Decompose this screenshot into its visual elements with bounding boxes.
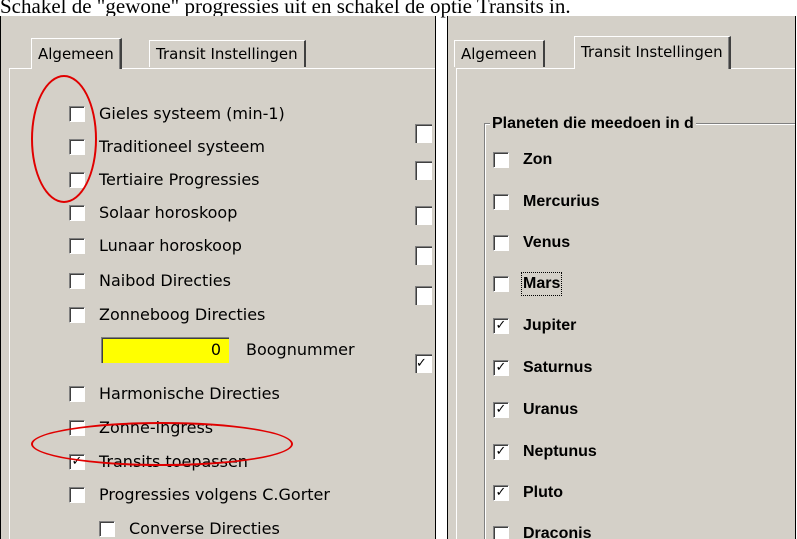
planet-label: Mercurius [523,193,600,210]
checkbox-checked[interactable]: ✓ [493,485,509,501]
checkbox[interactable] [493,194,509,210]
arc-number-input[interactable]: 0 [101,337,229,363]
planet-label: Pluto [523,484,563,501]
tab-transit-settings[interactable]: Transit Instellingen [574,36,731,69]
checkbox[interactable] [493,526,509,539]
planet-label: Mars [520,272,563,296]
checkbox[interactable] [99,521,115,537]
arc-number-label: Boognummer [246,340,355,359]
checkbox[interactable] [493,276,509,292]
planet-label: Jupiter [523,317,577,334]
option-label: Harmonische Directies [99,384,280,403]
option-label: Converse Directies [129,519,280,538]
option-label: Zonneboog Directies [99,305,266,324]
general-settings-panel: Algemeen Transit Instellingen Gieles sys… [0,16,436,539]
checkbox[interactable] [69,273,85,289]
transit-settings-panel: Algemeen Transit Instellingen Planeten d… [447,16,796,539]
option-label: Traditioneel systeem [99,137,265,156]
checkbox-partial-checked[interactable]: ✓ [415,354,432,373]
option-label: Tertiaire Progressies [99,170,260,189]
planets-group-title: Planeten die meedoen in d [490,115,696,133]
checkbox[interactable] [69,238,85,254]
option-label: Progressies volgens C.Gorter [99,485,330,504]
checkbox[interactable] [493,152,509,168]
checkbox-partial[interactable] [415,206,432,225]
option-label: Lunaar horoskoop [99,236,242,255]
option-label: Naibod Directies [99,271,231,290]
planet-label: Uranus [523,401,579,418]
highlight-ellipse-progressions [31,75,97,203]
planet-label: Neptunus [523,443,597,460]
option-label: Solaar horoskoop [99,203,238,222]
checkbox[interactable] [69,386,85,402]
checkbox-checked[interactable]: ✓ [493,444,509,460]
checkbox[interactable] [69,205,85,221]
planet-label: Saturnus [523,359,593,376]
checkbox[interactable] [69,307,85,323]
checkbox[interactable] [69,487,85,503]
checkbox-partial[interactable] [415,286,432,305]
planet-label: Draconis [523,525,592,539]
checkbox-partial[interactable] [415,246,432,265]
tab-general[interactable]: Algemeen [454,40,545,67]
option-label: Gieles systeem (min-1) [99,104,285,123]
checkbox-checked[interactable]: ✓ [493,318,509,334]
tab-general[interactable]: Algemeen [31,38,122,69]
tab-transit-settings[interactable]: Transit Instellingen [149,40,306,67]
planet-label: Zon [523,151,553,168]
planet-label: Venus [523,234,571,251]
checkbox-partial[interactable] [415,161,432,180]
checkbox[interactable] [493,235,509,251]
checkbox-checked[interactable]: ✓ [493,402,509,418]
highlight-ellipse-transits [31,422,293,466]
checkbox-partial[interactable] [415,124,432,143]
checkbox-checked[interactable]: ✓ [493,360,509,376]
